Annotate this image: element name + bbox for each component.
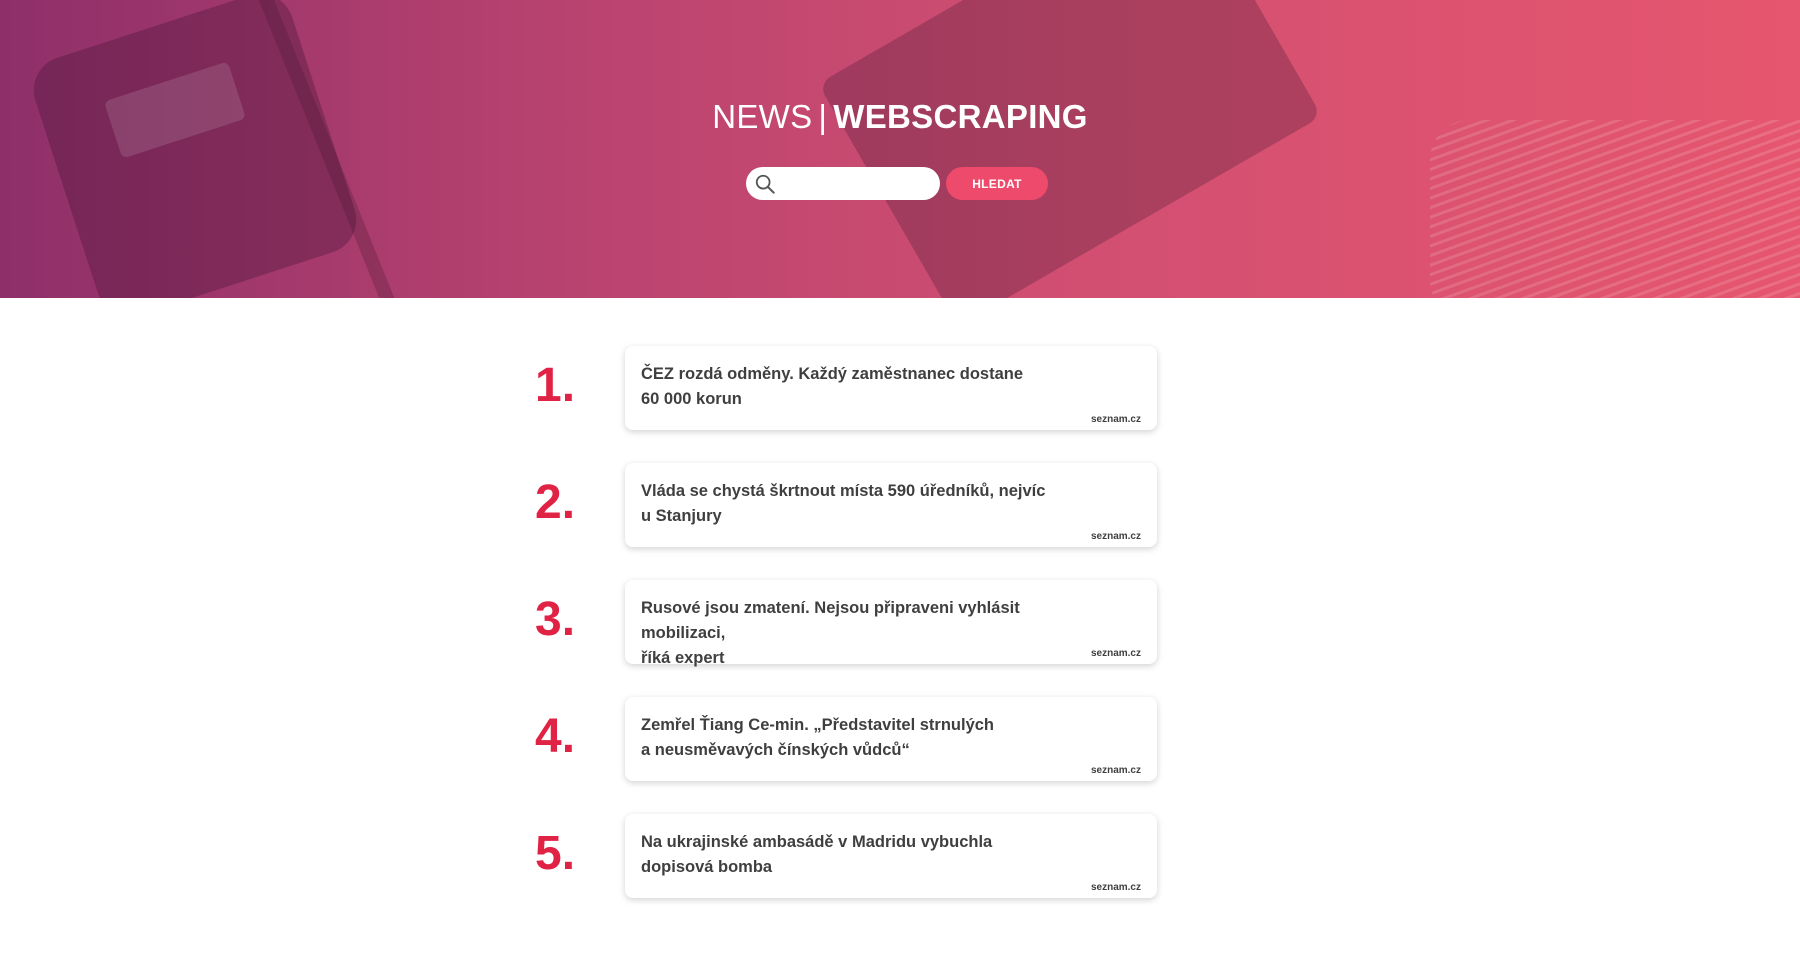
news-title-line: Rusové jsou zmatení. Nejsou připraveni v… [641,599,1020,642]
list-item: 1. ČEZ rozdá odměny. Každý zaměstnanec d… [0,346,1800,432]
news-title-line: říká expert [641,649,725,667]
news-title-line: Na ukrajinské ambasádě v Madridu vybuchl… [641,833,993,851]
news-card[interactable]: Na ukrajinské ambasádě v Madridu vybuchl… [625,814,1157,898]
site-title-prefix: NEWS [712,98,813,135]
news-title-line: a neusměvavých čínských vůdců“ [641,741,910,759]
list-item: 2. Vláda se chystá škrtnout místa 590 úř… [0,463,1800,549]
news-title-line: Vláda se chystá škrtnout místa 590 úředn… [641,482,1046,500]
news-source: seznam.cz [1090,648,1141,659]
news-title-line: dopisová bomba [641,858,773,876]
news-rank: 2. [535,476,576,529]
news-source: seznam.cz [1090,531,1141,542]
background-laptop-shape [818,0,1322,298]
background-phone-shape [24,0,366,298]
news-card[interactable]: Zemřel Ťiang Ce-min. „Představitel strnu… [625,697,1157,781]
news-rank: 4. [535,710,576,763]
news-title-line: 60 000 korun [641,390,742,408]
news-rank: 5. [535,827,576,880]
news-title-line: Zemřel Ťiang Ce-min. „Představitel strnu… [641,716,995,734]
news-title[interactable]: Rusové jsou zmatení. Nejsou připraveni v… [641,596,1081,671]
hero-banner: NEWS | WEBSCRAPING HLEDAT [0,0,1800,298]
background-sleeve-shape [1430,120,1800,298]
news-source: seznam.cz [1090,414,1141,425]
news-card[interactable]: Rusové jsou zmatení. Nejsou připraveni v… [625,580,1157,667]
search-bar: HLEDAT [746,167,1048,200]
news-rank: 1. [535,359,576,412]
news-title[interactable]: Zemřel Ťiang Ce-min. „Představitel strnu… [641,713,1081,763]
news-source: seznam.cz [1090,765,1141,776]
site-title-main: WEBSCRAPING [833,98,1088,135]
news-title[interactable]: Vláda se chystá škrtnout místa 590 úředn… [641,479,1081,529]
news-title[interactable]: Na ukrajinské ambasádě v Madridu vybuchl… [641,830,1081,880]
news-title-line: ČEZ rozdá odměny. Každý zaměstnanec dost… [641,365,1024,383]
news-rank: 3. [535,593,576,646]
search-icon [755,174,775,194]
search-input[interactable] [784,171,936,198]
news-card[interactable]: ČEZ rozdá odměny. Každý zaměstnanec dost… [625,346,1157,430]
news-source: seznam.cz [1090,882,1141,893]
list-item: 3. Rusové jsou zmatení. Nejsou připraven… [0,580,1800,667]
search-box[interactable] [746,167,940,200]
news-title-line: u Stanjury [641,507,722,525]
search-button[interactable]: HLEDAT [946,167,1048,200]
site-title-separator: | [818,98,828,135]
news-title[interactable]: ČEZ rozdá odměny. Každý zaměstnanec dost… [641,362,1081,412]
site-title: NEWS | WEBSCRAPING [0,98,1800,136]
list-item: 4. Zemřel Ťiang Ce-min. „Představitel st… [0,697,1800,783]
list-item: 5. Na ukrajinské ambasádě v Madridu vybu… [0,814,1800,900]
news-card[interactable]: Vláda se chystá škrtnout místa 590 úředn… [625,463,1157,547]
